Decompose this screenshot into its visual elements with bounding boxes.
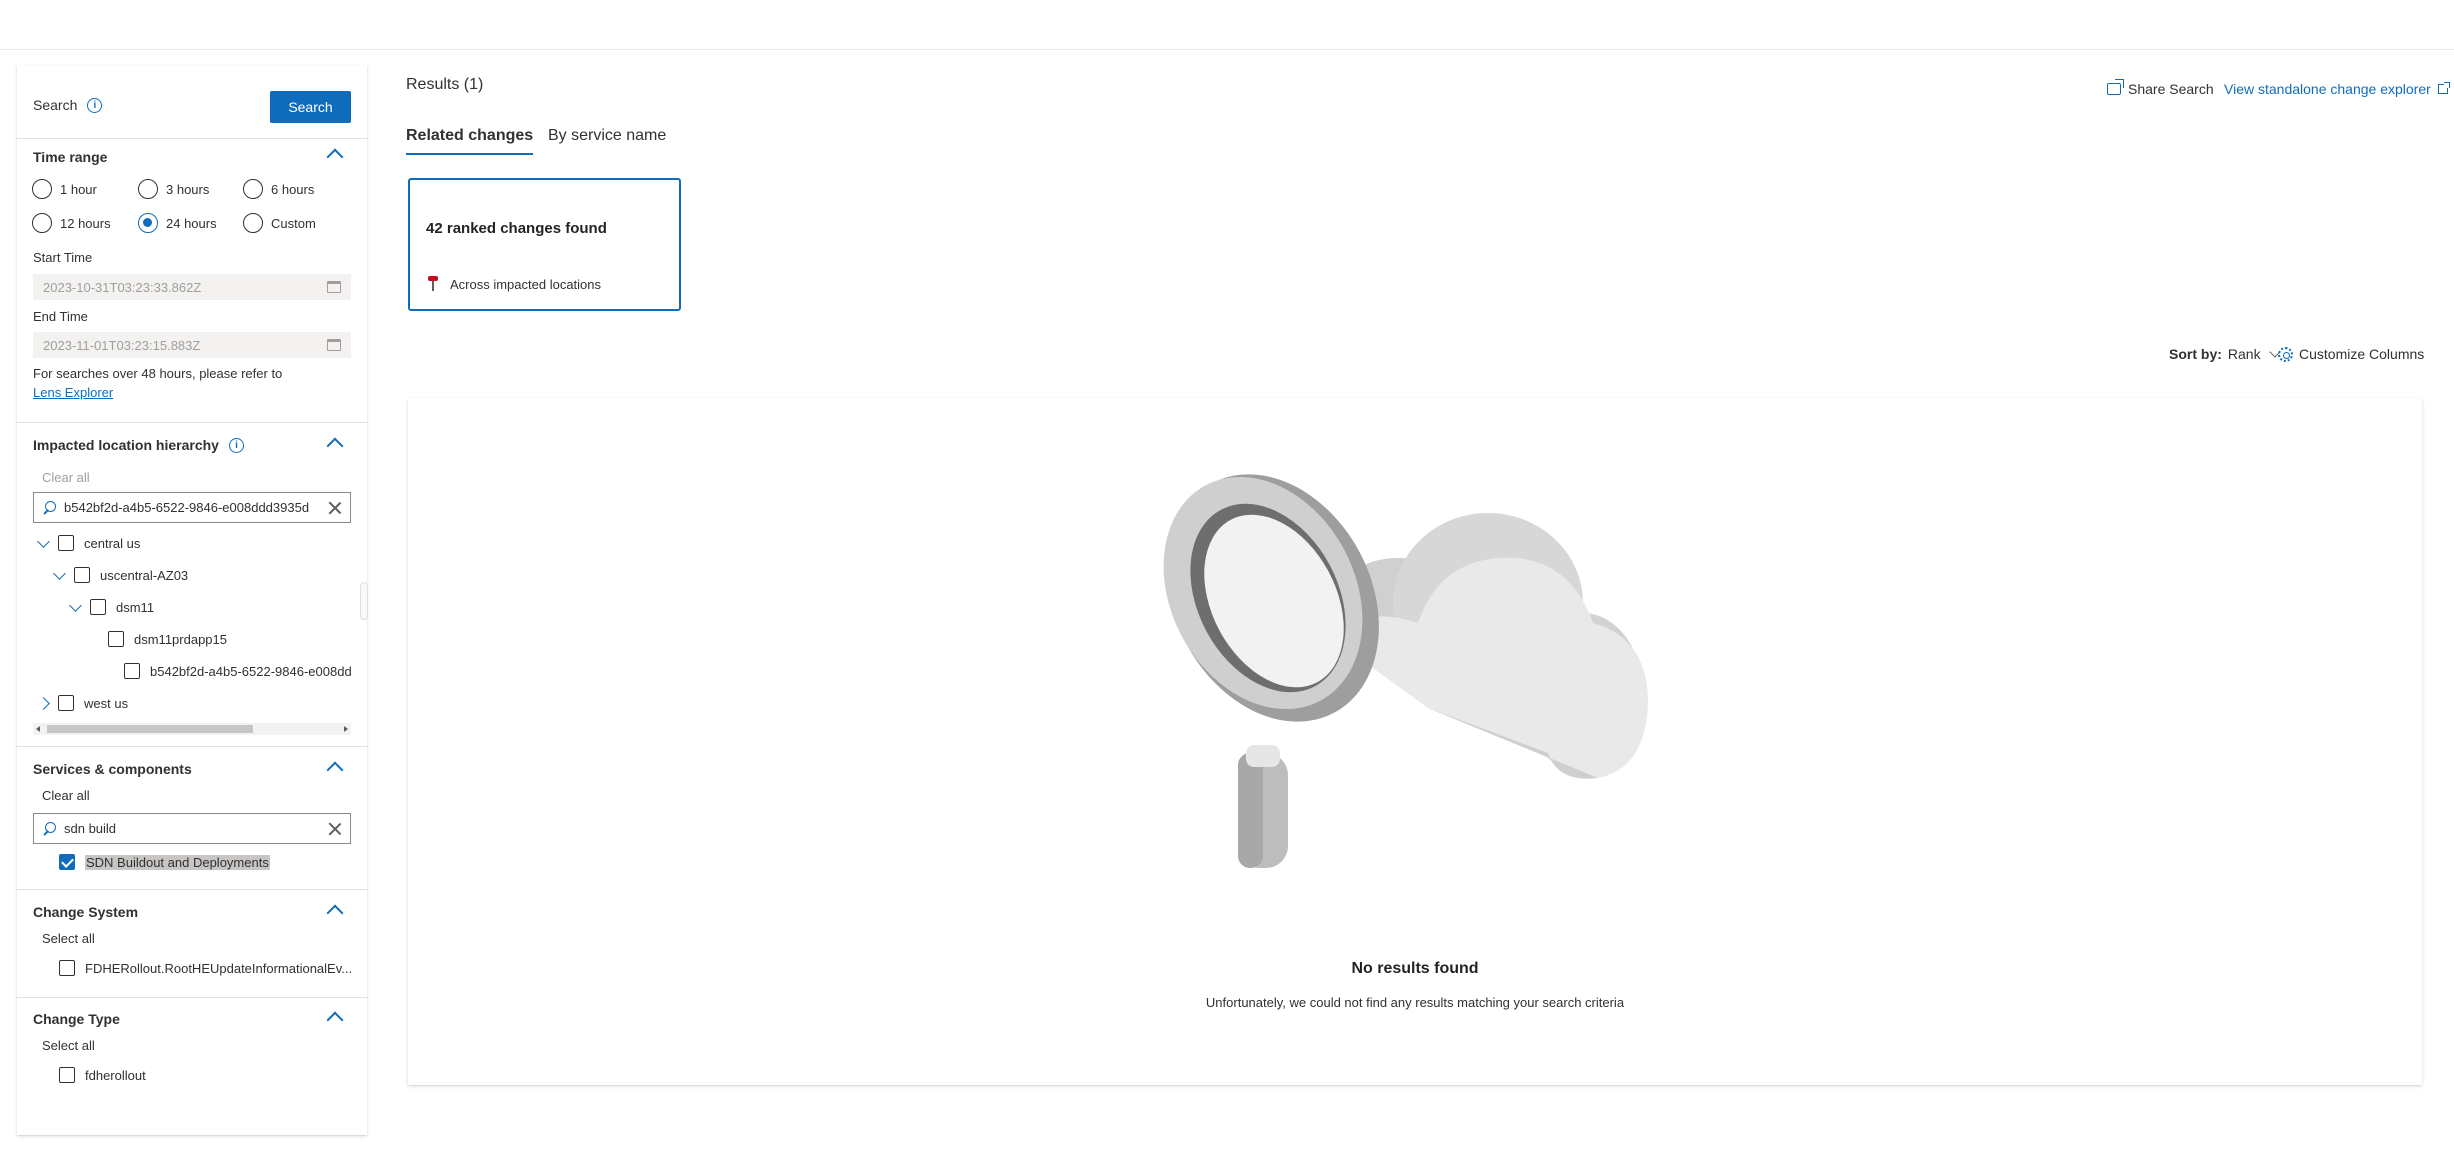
calendar-icon[interactable] — [327, 281, 341, 293]
card-subtitle: Across impacted locations — [426, 276, 601, 292]
checkbox[interactable] — [59, 960, 75, 976]
share-icon — [2107, 83, 2121, 95]
radio-24-hours[interactable]: 24 hours — [138, 213, 217, 233]
ranked-changes-count: 42 ranked changes found — [426, 220, 607, 237]
ranked-changes-card[interactable]: 42 ranked changes found Across impacted … — [408, 178, 681, 311]
clear-icon[interactable] — [328, 501, 342, 515]
radio-3-hours[interactable]: 3 hours — [138, 179, 209, 199]
tree-item-west-us[interactable]: west us — [37, 695, 128, 711]
collapse-services-icon[interactable] — [326, 761, 344, 779]
end-time-label: End Time — [33, 309, 88, 324]
tree-horizontal-scrollbar[interactable] — [33, 723, 351, 735]
top-bar — [0, 0, 2454, 50]
change-type-item[interactable]: fdherollout — [59, 1067, 146, 1083]
calendar-icon[interactable] — [327, 339, 341, 351]
impacted-clear-all[interactable]: Clear all — [42, 470, 90, 485]
divider — [17, 422, 367, 423]
filter-panel: Search i Search Time range 1 hour 3 hour… — [17, 65, 367, 1135]
radio-12-hours[interactable]: 12 hours — [32, 213, 111, 233]
gear-icon — [2278, 346, 2293, 362]
clear-icon[interactable] — [328, 822, 342, 836]
panel-resize-handle[interactable] — [360, 582, 368, 620]
tree-item-central-us[interactable]: central us — [37, 534, 140, 551]
tree-item-dsm11[interactable]: dsm11 — [69, 598, 154, 615]
collapse-change-type-icon[interactable] — [326, 1011, 344, 1029]
change-system-select-all[interactable]: Select all — [42, 931, 95, 946]
checkbox[interactable] — [58, 695, 74, 711]
empty-state-subtitle: Unfortunately, we could not find any res… — [1205, 995, 1625, 1010]
divider — [17, 889, 367, 890]
collapse-change-system-icon[interactable] — [326, 904, 344, 922]
services-title: Services & components — [33, 761, 192, 777]
share-search-link[interactable]: Share Search — [2107, 81, 2214, 97]
service-item[interactable]: SDN Buildout and Deployments — [59, 854, 270, 870]
sort-label: Sort by: — [2169, 346, 2222, 362]
checkbox[interactable] — [108, 631, 124, 647]
tree-item-uscentral-az03[interactable]: uscentral-AZ03 — [53, 566, 188, 583]
sort-value: Rank — [2227, 346, 2261, 362]
chevron-down-icon[interactable] — [53, 566, 66, 580]
info-icon[interactable]: i — [228, 437, 244, 453]
collapse-time-range-icon[interactable] — [326, 148, 344, 166]
divider — [17, 138, 367, 139]
chevron-right-icon[interactable] — [37, 696, 50, 710]
info-icon[interactable]: i — [87, 97, 103, 113]
time-range-title: Time range — [33, 149, 108, 165]
services-clear-all[interactable]: Clear all — [42, 788, 90, 803]
scroll-left-icon[interactable] — [36, 726, 40, 732]
tree-item-guid[interactable]: b542bf2d-a4b5-6522-9846-e008dd — [124, 663, 351, 679]
impacted-location-title: Impacted location hierarchy — [33, 437, 219, 453]
customize-columns-button[interactable]: Customize Columns — [2278, 346, 2424, 362]
scrollbar-thumb[interactable] — [47, 725, 253, 733]
change-system-title: Change System — [33, 904, 139, 920]
tree-item-dsm11prdapp15[interactable]: dsm11prdapp15 — [108, 631, 227, 647]
location-pin-icon — [426, 276, 440, 292]
end-time-field[interactable]: 2023-11-01T03:23:15.883Z — [33, 332, 351, 358]
checkbox[interactable] — [59, 1067, 75, 1083]
start-time-field[interactable]: 2023-10-31T03:23:33.862Z — [33, 274, 351, 300]
search-icon — [42, 500, 56, 515]
search-button[interactable]: Search — [270, 91, 351, 123]
divider — [17, 997, 367, 998]
checkbox[interactable] — [58, 535, 74, 551]
magnifier-ring — [1163, 474, 1379, 722]
checkbox[interactable] — [59, 854, 75, 870]
search-header: Search i — [33, 97, 103, 113]
scroll-right-icon[interactable] — [344, 726, 348, 732]
services-search-input[interactable]: sdn build — [33, 813, 351, 844]
radio-1-hour[interactable]: 1 hour — [32, 179, 97, 199]
start-time-label: Start Time — [33, 250, 93, 265]
tab-by-service-name[interactable]: By service name — [548, 127, 666, 153]
change-system-item[interactable]: FDHERollout.RootHEUpdateInformationalEv.… — [59, 960, 352, 976]
tab-related-changes[interactable]: Related changes — [406, 127, 534, 155]
checkbox[interactable] — [90, 599, 106, 615]
collapse-impacted-icon[interactable] — [326, 437, 344, 455]
results-title: Results (1) — [406, 76, 484, 93]
change-type-title: Change Type — [33, 1011, 120, 1027]
impacted-location-header: Impacted location hierarchy i — [33, 437, 244, 453]
external-link-icon — [2437, 82, 2450, 94]
no-results-illustration — [1163, 474, 1648, 868]
impacted-location-search-input[interactable]: b542bf2d-a4b5-6522-9846-e008ddd3935d — [33, 492, 351, 523]
change-type-select-all[interactable]: Select all — [42, 1038, 95, 1053]
lens-explorer-link[interactable]: Lens Explorer — [33, 385, 113, 400]
standalone-explorer-link[interactable]: View standalone change explorer — [2224, 81, 2450, 97]
radio-custom[interactable]: Custom — [243, 213, 316, 233]
search-range-note: For searches over 48 hours, please refer… — [33, 366, 283, 381]
search-icon — [42, 821, 56, 836]
magnifier-handle — [1238, 745, 1288, 868]
empty-state-title: No results found — [1351, 960, 1479, 977]
results-panel: No results found Unfortunately, we could… — [408, 398, 2422, 1085]
radio-6-hours[interactable]: 6 hours — [243, 179, 314, 199]
search-label: Search — [33, 97, 78, 113]
checkbox[interactable] — [74, 567, 90, 583]
chevron-down-icon[interactable] — [69, 598, 82, 612]
sort-control[interactable]: Sort by: Rank — [2169, 346, 2283, 362]
chevron-down-icon[interactable] — [37, 534, 50, 548]
checkbox[interactable] — [124, 663, 140, 679]
divider — [17, 746, 367, 747]
